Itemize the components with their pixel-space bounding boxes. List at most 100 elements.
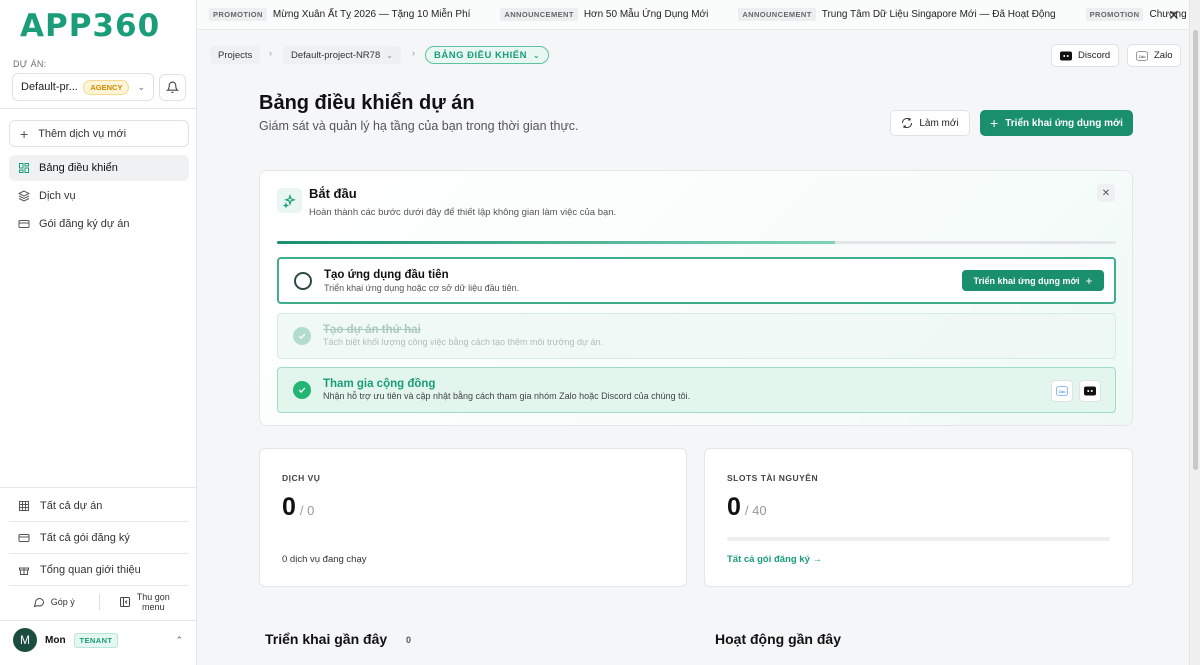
ticker-tag: PROMOTION	[209, 8, 267, 21]
plus-icon: +	[20, 125, 29, 142]
breadcrumb-project[interactable]: Default-project-NR78 ⌄	[283, 46, 401, 64]
discord-icon	[1060, 51, 1072, 60]
stat-label: DỊCH VỤ	[282, 473, 321, 483]
step-title: Tạo dự án thứ hai	[323, 324, 421, 336]
collapse-icon	[119, 597, 130, 607]
ticker-text: Trung Tâm Dữ Liệu Singapore Mới — Đã Hoạ…	[821, 9, 1056, 20]
resource-slots-stat-card: SLOTS TÀI NGUYÊN 0/ 40 Tất cả gói đăng k…	[704, 448, 1133, 587]
recent-activity-title: Hoạt động gần đây	[715, 631, 841, 647]
collapse-label: Thu gọn menu	[137, 592, 170, 612]
grid-icon	[19, 501, 29, 511]
layers-icon	[18, 190, 30, 202]
user-name: Mon	[45, 634, 66, 646]
sidebar-item-all-projects[interactable]: Tất cả dự án	[9, 492, 189, 520]
breadcrumb-current[interactable]: BẢNG ĐIỀU KHIỂN ⌄	[425, 46, 550, 64]
discord-icon	[1084, 386, 1096, 396]
chat-bubble-icon	[33, 598, 44, 608]
role-badge: TENANT	[73, 632, 119, 648]
card-icon	[18, 220, 30, 228]
user-menu[interactable]: M Mon TENANT ⌃	[9, 626, 189, 654]
step-create-project[interactable]: Tạo dự án thứ hai Tách biệt khối lượng c…	[277, 313, 1116, 359]
sidebar-item-services[interactable]: Dịch vụ	[9, 183, 189, 209]
divider	[9, 585, 189, 586]
step-title: Tham gia cộng đồng	[323, 378, 436, 390]
services-stat-card: DỊCH VỤ 0/ 0 0 dịch vụ đang chạy	[259, 448, 687, 587]
collapse-label-line: Thu gọn	[136, 592, 170, 602]
step-pending-icon	[294, 272, 312, 290]
announcement-ticker: PROMOTION Mừng Xuân Ất Tỵ 2026 — Tặng 10 …	[197, 0, 1189, 30]
sparkle-icon	[277, 188, 302, 213]
collapse-label-line: menu	[141, 602, 165, 612]
check-circle-icon	[293, 381, 311, 399]
project-name: Default-pr...	[21, 81, 78, 93]
stat-total: / 40	[744, 503, 767, 518]
sidebar-item-referral[interactable]: Tổng quan giới thiệu	[9, 556, 189, 584]
getting-started-subtitle: Hoàn thành các bước dưới đây để thiết lậ…	[309, 207, 617, 218]
divider	[0, 620, 197, 621]
app-logo[interactable]: APP360	[20, 8, 160, 44]
getting-started-title: Bắt đầu	[309, 186, 357, 201]
gift-icon	[19, 567, 29, 575]
all-subscriptions-link[interactable]: Tất cả gói đăng ký →	[727, 554, 822, 565]
stat-label: SLOTS TÀI NGUYÊN	[727, 473, 819, 483]
discord-button[interactable]: Discord	[1051, 44, 1120, 67]
close-icon[interactable]: ✕	[1168, 7, 1180, 24]
progress-fill	[277, 241, 835, 244]
ticker-item[interactable]: ANNOUNCEMENT Trung Tâm Dữ Liệu Singapore …	[738, 8, 1056, 21]
ticker-item[interactable]: PROMOTION Mừng Xuân Ất Tỵ 2026 — Tặng 10 …	[209, 8, 470, 21]
page-subtitle: Giám sát và quản lý hạ tầng của bạn tron…	[259, 119, 579, 133]
step-deploy-button[interactable]: Triển khai ứng dụng mới +	[962, 270, 1104, 291]
add-service-button[interactable]: + Thêm dịch vụ mới	[9, 120, 189, 147]
scrollbar[interactable]	[1189, 0, 1200, 665]
step-create-app[interactable]: Tạo ứng dụng đầu tiên Triển khai ứng dụn…	[277, 257, 1116, 304]
scrollbar-thumb[interactable]	[1193, 30, 1198, 470]
zalo-mini-button[interactable]: Zalo	[1051, 380, 1073, 402]
ticker-tag: ANNOUNCEMENT	[500, 8, 578, 21]
recent-deploys-title: Triển khai gần đây	[265, 631, 388, 647]
divider	[9, 521, 189, 522]
refresh-button[interactable]: Làm mới	[890, 110, 970, 136]
zalo-icon: Zalo	[1056, 386, 1068, 396]
feedback-button[interactable]: Góp ý	[9, 596, 99, 608]
agency-badge: AGENCY	[83, 79, 130, 95]
progress-bar	[277, 241, 1116, 244]
project-label: DỰ ÁN:	[13, 59, 47, 69]
breadcrumb-current-label: BẢNG ĐIỀU KHIỂN	[434, 49, 528, 61]
ticker-tag: PROMOTION	[1085, 8, 1144, 21]
discord-mini-button[interactable]	[1079, 380, 1101, 402]
zalo-button[interactable]: Zalo Zalo	[1127, 44, 1182, 67]
add-service-label: Thêm dịch vụ mới	[38, 127, 127, 140]
svg-text:Zalo: Zalo	[1139, 54, 1146, 58]
notification-button[interactable]	[159, 74, 186, 101]
ticker-tag: ANNOUNCEMENT	[738, 8, 816, 21]
step-join-community[interactable]: Tham gia cộng đồng Nhận hỗ trợ ưu tiên v…	[277, 367, 1116, 413]
stat-number: 0	[727, 493, 741, 521]
collapse-menu-button[interactable]: Thu gọn menu	[100, 592, 190, 612]
zalo-label: Zalo	[1154, 50, 1173, 61]
sidebar-item-dashboard[interactable]: Bảng điều khiển	[9, 155, 189, 181]
sidebar-item-label: Tất cả dự án	[40, 500, 103, 512]
chevron-down-icon: ⌄	[386, 50, 393, 60]
ticker-item[interactable]: ANNOUNCEMENT Hơn 50 Mẫu Ứng Dụng Mới	[500, 8, 708, 21]
deploy-app-button[interactable]: + Triển khai ứng dụng mới	[980, 110, 1133, 136]
sidebar-item-label: Tổng quan giới thiệu	[40, 564, 141, 576]
sidebar-item-all-subscriptions[interactable]: Tất cả gói đăng ký	[9, 524, 189, 552]
getting-started-card: Bắt đầu Hoàn thành các bước dưới đây để …	[259, 170, 1133, 426]
zalo-icon: Zalo	[1136, 51, 1148, 60]
close-icon[interactable]: ✕	[1097, 184, 1115, 202]
recent-deploys-count: 0	[406, 635, 412, 645]
chevron-down-icon: ⌄	[137, 81, 145, 92]
ticker-text: Mừng Xuân Ất Tỵ 2026 — Tặng 10 Miễn Phí	[272, 9, 471, 20]
stat-value: 0/ 40	[727, 493, 767, 522]
running-services-text: 0 dịch vụ đang chạy	[282, 554, 367, 565]
discord-label: Discord	[1078, 50, 1111, 61]
stat-value: 0/ 0	[282, 493, 314, 522]
breadcrumb-projects[interactable]: Projects	[210, 46, 261, 64]
ticker-text: Hơn 50 Mẫu Ứng Dụng Mới	[583, 9, 709, 20]
chevron-up-icon: ⌃	[175, 634, 183, 645]
project-selector[interactable]: Default-pr... AGENCY ⌄	[12, 73, 154, 101]
sidebar-item-label: Gói đăng ký dự án	[39, 218, 130, 230]
step-deploy-label: Triển khai ứng dụng mới	[973, 275, 1080, 286]
sidebar-item-subscriptions[interactable]: Gói đăng ký dự án	[9, 211, 189, 237]
breadcrumb-separator: ›	[412, 48, 415, 58]
